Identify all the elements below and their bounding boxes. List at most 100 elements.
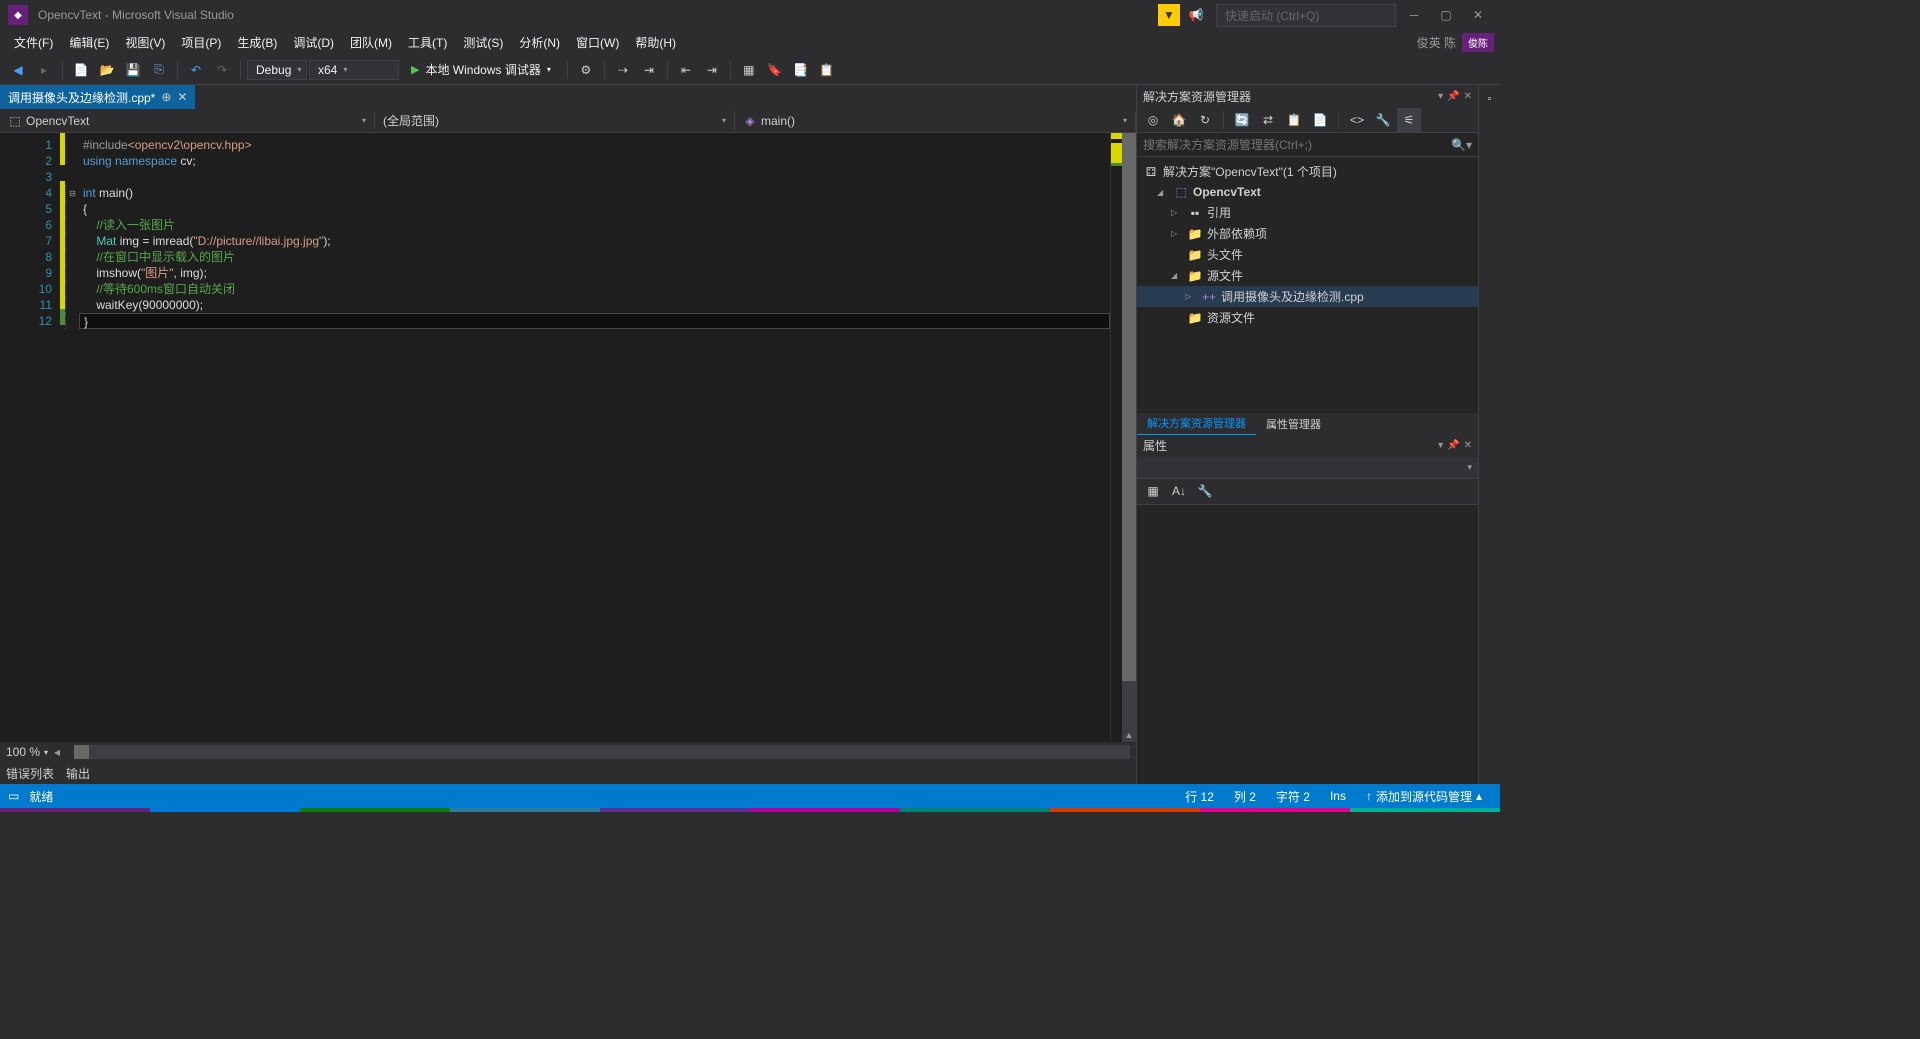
user-name[interactable]: 俊英 陈	[1417, 34, 1456, 51]
menu-help[interactable]: 帮助(H)	[627, 31, 684, 54]
solution-search-input[interactable]	[1143, 138, 1451, 152]
tab-close-icon[interactable]: ✕	[177, 90, 187, 104]
indent-button[interactable]: ⇤	[674, 58, 698, 82]
expand-icon[interactable]: ◢	[1171, 271, 1183, 280]
horizontal-scrollbar[interactable]	[74, 745, 1130, 759]
menu-edit[interactable]: 编辑(E)	[61, 31, 117, 54]
project-icon: ⬚	[1173, 184, 1189, 200]
menu-file[interactable]: 文件(F)	[6, 31, 61, 54]
filter-icon[interactable]: ⚟	[1397, 108, 1421, 132]
redo-button[interactable]: ↷	[210, 58, 234, 82]
solution-tree[interactable]: ⚃ 解决方案"OpencvText"(1 个项目) ◢ ⬚ OpencvText…	[1137, 157, 1478, 413]
quick-launch-input[interactable]: 快速启动 (Ctrl+Q)	[1216, 4, 1396, 27]
undo-button[interactable]: ↶	[184, 58, 208, 82]
resources-node[interactable]: 📁 资源文件	[1137, 307, 1478, 328]
bookmark2-button[interactable]: 📋	[815, 58, 839, 82]
config-dropdown[interactable]: Debug	[247, 60, 307, 80]
notification-badge[interactable]: ▼	[1158, 4, 1180, 26]
code-editor[interactable]: #include<opencv2\opencv.hpp> using names…	[79, 133, 1110, 742]
dropdown-icon[interactable]: ▾	[1467, 462, 1472, 473]
solution-root[interactable]: ⚃ 解决方案"OpencvText"(1 个项目)	[1137, 161, 1478, 182]
menu-build[interactable]: 生成(B)	[229, 31, 285, 54]
close-icon[interactable]: ✕	[1464, 3, 1492, 27]
home-icon[interactable]: 🏠	[1167, 108, 1191, 132]
panel-close-icon[interactable]: ✕	[1464, 440, 1472, 451]
overview-ruler[interactable]	[1110, 133, 1122, 742]
nav-member-dropdown[interactable]: ◈ main()	[735, 112, 1136, 130]
outdent-button[interactable]: ⇥	[700, 58, 724, 82]
references-node[interactable]: ▷ ▪▪ 引用	[1137, 202, 1478, 223]
pin-icon[interactable]: 📌	[1447, 440, 1459, 451]
alphabetical-icon[interactable]: A↓	[1167, 479, 1191, 503]
search-icon[interactable]: 🔍▾	[1451, 138, 1472, 152]
external-deps-node[interactable]: ▷ 📁 外部依赖项	[1137, 223, 1478, 244]
status-scm[interactable]: ↑ 添加到源代码管理 ▴	[1356, 788, 1492, 805]
property-manager-tab[interactable]: 属性管理器	[1256, 413, 1331, 435]
back-icon[interactable]: ◎	[1141, 108, 1165, 132]
pin-icon[interactable]: ⊕	[161, 90, 171, 104]
sidebar-item[interactable]: ▫	[1482, 89, 1498, 109]
project-node[interactable]: ◢ ⬚ OpencvText	[1137, 182, 1478, 202]
nav-scope-dropdown[interactable]: (全局范围)	[375, 110, 735, 131]
status-icon: ▭	[8, 789, 19, 803]
feedback-icon[interactable]: 📢	[1184, 3, 1208, 27]
properties-icon[interactable]: <>	[1345, 108, 1369, 132]
menu-view[interactable]: 视图(V)	[117, 31, 173, 54]
expand-icon[interactable]: ▷	[1185, 292, 1197, 301]
open-button[interactable]: 📂	[95, 58, 119, 82]
menu-team[interactable]: 团队(M)	[342, 31, 400, 54]
panel-menu-icon[interactable]: ▾	[1438, 440, 1443, 451]
vertical-scrollbar[interactable]	[1122, 133, 1136, 742]
split-button[interactable]: ▲	[1122, 728, 1136, 742]
panel-close-icon[interactable]: ✕	[1464, 91, 1472, 102]
user-badge[interactable]: 俊陈	[1462, 33, 1494, 52]
menu-tools[interactable]: 工具(T)	[400, 31, 455, 54]
headers-node[interactable]: 📁 头文件	[1137, 244, 1478, 265]
properties-grid[interactable]	[1137, 505, 1478, 785]
output-tab[interactable]: 输出	[66, 763, 90, 784]
wrench-icon[interactable]: 🔧	[1193, 479, 1217, 503]
sync-icon[interactable]: ↻	[1193, 108, 1217, 132]
menu-debug[interactable]: 调试(D)	[285, 31, 342, 54]
save-all-button[interactable]: ⎘	[147, 58, 171, 82]
uncomment-button[interactable]: 🔖	[763, 58, 787, 82]
bookmark-button[interactable]: 📑	[789, 58, 813, 82]
menu-analyze[interactable]: 分析(N)	[511, 31, 568, 54]
zoom-dropdown[interactable]: 100 %	[6, 745, 48, 759]
minimize-icon[interactable]: ─	[1400, 3, 1428, 27]
wrench-icon[interactable]: 🔧	[1371, 108, 1395, 132]
source-file[interactable]: ▷ ++ 调用摄像头及边缘检测.cpp	[1137, 286, 1478, 307]
fold-gutter[interactable]: ⊟	[65, 133, 79, 742]
collapse-icon[interactable]: ⇄	[1256, 108, 1280, 132]
new-project-button[interactable]: 📄	[69, 58, 93, 82]
step-button[interactable]: ⇢	[611, 58, 635, 82]
step2-button[interactable]: ⇥	[637, 58, 661, 82]
categorized-icon[interactable]: ▦	[1141, 479, 1165, 503]
process-button[interactable]: ⚙	[574, 58, 598, 82]
expand-icon[interactable]: ◢	[1157, 188, 1169, 197]
nav-project-dropdown[interactable]: ⬚ OpencvText	[0, 112, 375, 130]
expand-icon[interactable]: ▷	[1171, 208, 1183, 217]
menu-project[interactable]: 项目(P)	[173, 31, 229, 54]
preview-icon[interactable]: 📄	[1308, 108, 1332, 132]
error-list-tab[interactable]: 错误列表	[6, 763, 54, 784]
menu-window[interactable]: 窗口(W)	[568, 31, 627, 54]
save-button[interactable]: 💾	[121, 58, 145, 82]
expand-icon[interactable]: ▷	[1171, 229, 1183, 238]
sources-node[interactable]: ◢ 📁 源文件	[1137, 265, 1478, 286]
panel-menu-icon[interactable]: ▾	[1438, 91, 1443, 102]
status-ins[interactable]: Ins	[1320, 789, 1356, 803]
forward-button[interactable]: ▸	[32, 58, 56, 82]
file-tab[interactable]: 调用摄像头及边缘检测.cpp* ⊕ ✕	[0, 85, 195, 109]
start-debug-button[interactable]: ▶本地 Windows 调试器 ▾	[401, 58, 561, 81]
show-all-icon[interactable]: 📋	[1282, 108, 1306, 132]
menu-test[interactable]: 测试(S)	[455, 31, 511, 54]
maximize-icon[interactable]: ▢	[1432, 3, 1460, 27]
pin-icon[interactable]: 📌	[1447, 91, 1459, 102]
refresh-icon[interactable]: 🔄	[1230, 108, 1254, 132]
collapse-icon[interactable]: ◂	[54, 745, 64, 759]
comment-button[interactable]: ▦	[737, 58, 761, 82]
platform-dropdown[interactable]: x64	[309, 60, 399, 80]
solution-explorer-tab[interactable]: 解决方案资源管理器	[1137, 412, 1256, 436]
back-button[interactable]: ◀	[6, 58, 30, 82]
